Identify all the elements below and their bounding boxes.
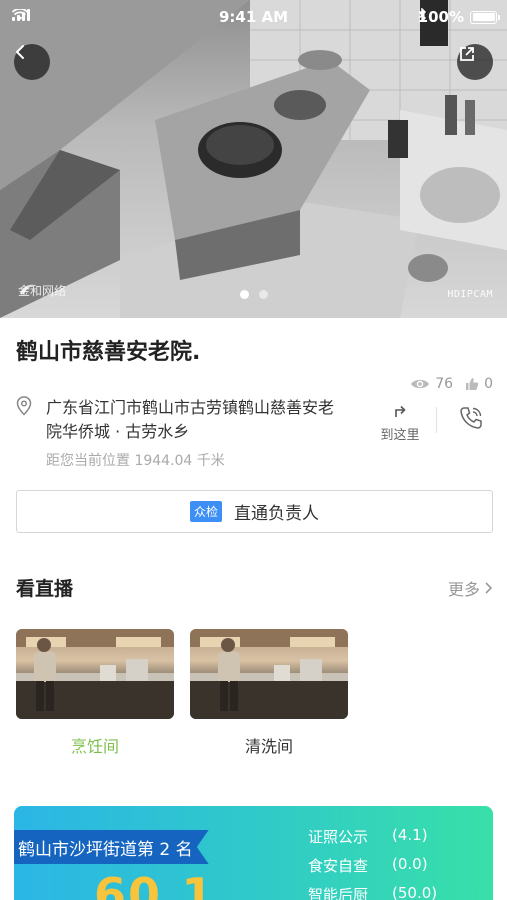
live-item-washing[interactable]: 清洗间 xyxy=(190,629,348,757)
back-button[interactable] xyxy=(14,44,50,80)
kitchen-camera-view xyxy=(0,0,507,318)
metric-label: 食安自查 xyxy=(308,857,369,875)
live-thumbnail[interactable] xyxy=(190,629,348,719)
live-section-title: 看直播 xyxy=(16,578,74,600)
distance-text: 距您当前位置 1944.04 千米 xyxy=(46,453,225,469)
bluetooth-icon xyxy=(418,8,426,22)
inspection-tag: 众检 xyxy=(189,501,222,522)
turn-right-arrow-icon xyxy=(395,405,406,417)
live-item-name: 烹饪间 xyxy=(70,737,119,756)
more-link[interactable]: 更多 xyxy=(448,576,493,600)
navigate-label: 到这里 xyxy=(380,428,420,443)
eye-icon xyxy=(411,379,430,389)
call-button[interactable] xyxy=(458,405,484,435)
camera-label: HDIPCAM xyxy=(447,289,493,300)
battery-icon xyxy=(470,10,500,24)
divider xyxy=(436,407,437,433)
rank-ribbon: 鹤山市沙坪街道第 2 名 xyxy=(14,830,209,864)
live-item-name: 清洗间 xyxy=(244,737,293,756)
navigate-button[interactable]: 到这里 xyxy=(378,402,422,443)
live-thumbnail[interactable] xyxy=(16,629,174,719)
metric-row: 证照公示 (4.1) xyxy=(308,826,437,855)
metric-value: (4.1) xyxy=(392,826,428,844)
like-count: 0 xyxy=(484,376,493,392)
metric-value: (0.0) xyxy=(392,855,428,873)
status-bar: 9:41 AM 100% xyxy=(0,0,507,34)
chevron-left-icon xyxy=(16,45,24,59)
contact-manager-button[interactable]: 众检 直通负责人 xyxy=(16,490,493,533)
carousel-indicator[interactable] xyxy=(0,290,507,299)
contact-label: 直通负责人 xyxy=(234,504,319,524)
rating-card[interactable]: 鹤山市沙坪街道第 2 名 60.1 证照公示 (4.1) 食安自查 (0.0) … xyxy=(14,806,493,900)
location-pin-icon xyxy=(16,396,32,416)
view-count: 76 xyxy=(435,376,454,392)
share-button[interactable] xyxy=(457,44,493,80)
carousel-dot[interactable] xyxy=(239,290,249,299)
kitchen-thumbnail-image xyxy=(190,629,348,719)
share-icon xyxy=(460,47,474,61)
metric-row: 智能后厨 (50.0) xyxy=(308,884,437,900)
chevron-right-icon xyxy=(485,582,493,594)
thumbs-up-icon[interactable] xyxy=(465,377,479,391)
score-breakdown: 证照公示 (4.1) 食安自查 (0.0) 智能后厨 (50.0) xyxy=(308,826,437,900)
metric-label: 智能后厨 xyxy=(308,886,369,900)
kitchen-thumbnail-image xyxy=(16,629,174,719)
address-text: 广东省江门市鹤山市古劳镇鹤山慈善安老院华侨城 · 古劳水乡 xyxy=(46,398,335,441)
venue-stats: 76 0 xyxy=(410,376,493,392)
carousel-dot[interactable] xyxy=(258,290,268,299)
more-label: 更多 xyxy=(447,580,480,599)
metric-value: (50.0) xyxy=(392,884,438,900)
camera-image[interactable]: 9:41 AM 100% 金和网络 HDIPCAM xyxy=(0,0,507,318)
overall-score: 60.1 xyxy=(94,868,216,900)
metric-label: 证照公示 xyxy=(308,828,369,846)
metric-row: 食安自查 (0.0) xyxy=(308,855,437,884)
phone-icon xyxy=(460,407,482,429)
live-item-cooking[interactable]: 烹饪间 xyxy=(16,629,174,757)
venue-title: 鹤山市慈善安老院. xyxy=(16,340,201,365)
